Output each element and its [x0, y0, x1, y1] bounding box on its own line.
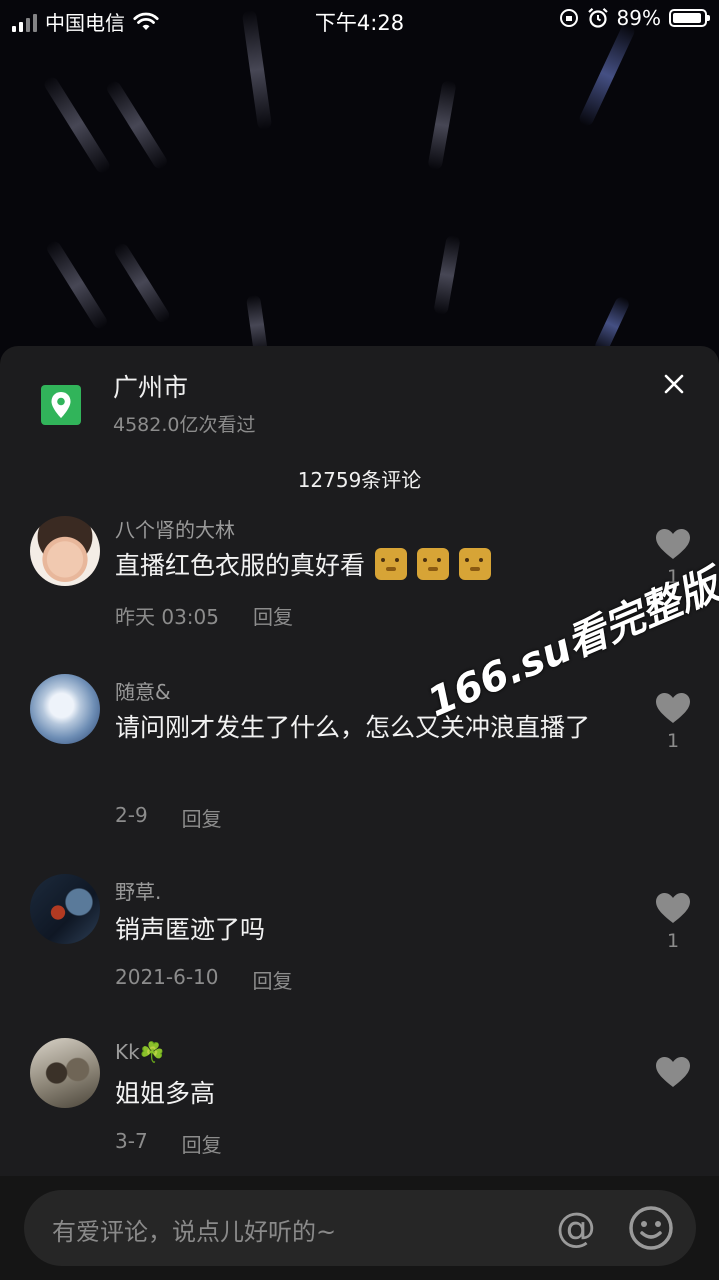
like-count: 1 — [666, 930, 680, 952]
comment-time: 昨天 03:05 — [115, 605, 219, 629]
avatar[interactable] — [30, 516, 100, 586]
reply-button[interactable]: 回复 — [253, 601, 293, 630]
at-mention-icon[interactable]: @ — [552, 1204, 600, 1252]
comment-text[interactable]: 姐姐多高 — [115, 1076, 615, 1112]
comment-username[interactable]: 随意& — [115, 676, 171, 705]
cat-emoji-icon — [459, 548, 492, 580]
comment-input-placeholder: 有爱评论，说点儿好听的~ — [52, 1218, 337, 1246]
video-background[interactable] — [0, 0, 719, 360]
cat-emoji-icon — [375, 548, 408, 580]
avatar[interactable] — [30, 1038, 100, 1108]
comment-text[interactable]: 销声匿迹了吗 — [115, 912, 615, 948]
comment-input-bar: 有爱评论，说点儿好听的~ @ — [0, 1176, 719, 1280]
like-button[interactable] — [654, 1056, 692, 1094]
heart-icon — [656, 893, 690, 923]
comment-text[interactable]: 请问刚才发生了什么，怎么又关冲浪直播了 — [115, 710, 615, 746]
like-count: 1 — [666, 730, 680, 752]
heart-icon — [656, 529, 690, 559]
alarm-icon — [587, 7, 608, 28]
location-pin-icon[interactable] — [41, 385, 81, 425]
close-button[interactable] — [654, 364, 694, 404]
heart-icon — [656, 1057, 690, 1087]
reply-button[interactable]: 回复 — [182, 1129, 222, 1158]
cat-emoji-icon — [417, 548, 450, 580]
avatar[interactable] — [30, 874, 100, 944]
close-icon — [664, 374, 684, 394]
comment-time: 3-7 — [115, 1129, 148, 1153]
comment-username[interactable]: 八个肾的大林 — [115, 514, 235, 543]
heart-icon — [656, 693, 690, 723]
emoji-icon[interactable] — [627, 1204, 675, 1252]
location-views: 4582.0亿次看过 — [113, 414, 256, 436]
orientation-lock-icon — [559, 9, 578, 27]
battery-percent: 89% — [616, 6, 661, 30]
location-name[interactable]: 广州市 — [113, 368, 188, 404]
comment-username[interactable]: Kk☘️ — [115, 1040, 165, 1064]
avatar[interactable] — [30, 674, 100, 744]
like-button[interactable]: 1 — [654, 692, 692, 752]
like-button[interactable]: 1 — [654, 892, 692, 952]
comment-time: 2021-6-10 — [115, 965, 219, 989]
comment-time: 2-9 — [115, 803, 148, 827]
comment-sheet: 广州市 4582.0亿次看过 12759条评论 八个肾的大林 直播红色衣服的真好… — [0, 346, 719, 1280]
comment-count: 12759条评论 — [297, 468, 422, 492]
battery-icon — [669, 9, 710, 27]
reply-button[interactable]: 回复 — [253, 965, 293, 994]
comment-text[interactable]: 直播红色衣服的真好看 — [115, 548, 615, 584]
status-bar: 中国电信 下午4:28 89% — [0, 0, 719, 40]
comment-username[interactable]: 野草. — [115, 876, 161, 905]
reply-button[interactable]: 回复 — [182, 803, 222, 832]
comment-input[interactable]: 有爱评论，说点儿好听的~ @ — [24, 1190, 696, 1266]
